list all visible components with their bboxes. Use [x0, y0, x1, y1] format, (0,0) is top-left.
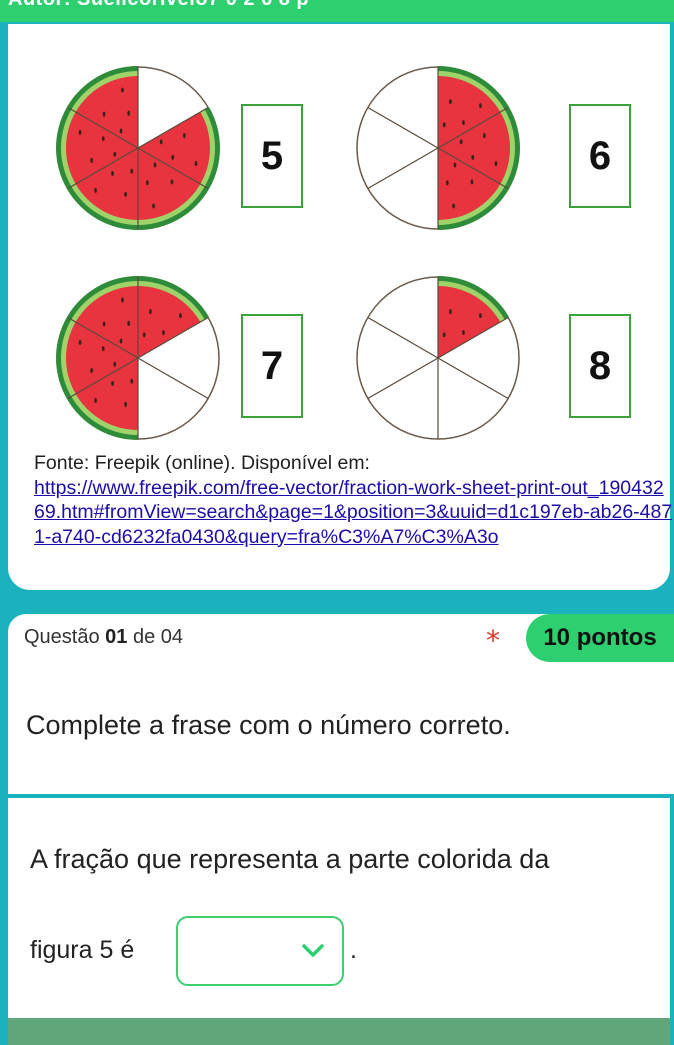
- answer-sentence-line2: figura 5 é: [30, 936, 135, 964]
- top-header-strip: Autor: Suellcorivelo7 0 2 6 8 p: [0, 0, 674, 22]
- watermelon-figure-5: [56, 66, 220, 230]
- seed: [124, 401, 127, 407]
- question-number: 01: [105, 626, 128, 648]
- seed: [452, 203, 455, 209]
- answer-sentence-line1: A fração que representa a parte colorida…: [30, 844, 550, 874]
- answer-card: A fração que representa a parte colorida…: [8, 798, 670, 1020]
- seed: [462, 119, 465, 126]
- seed: [445, 180, 449, 186]
- bottom-bar: [8, 1018, 670, 1045]
- seed: [142, 332, 146, 338]
- watermelon-figure-7: [56, 276, 220, 440]
- answer-dropdown[interactable]: [176, 916, 344, 986]
- seed: [182, 132, 186, 139]
- seed: [102, 321, 106, 327]
- watermelon-figure-8: [356, 276, 520, 440]
- image-card: 5 6 7 8 Fonte: Freepik (online). Disponí…: [8, 24, 672, 590]
- seed: [479, 312, 482, 319]
- seed: [494, 160, 498, 167]
- seed: [153, 162, 157, 168]
- seed: [462, 329, 465, 336]
- seed: [94, 397, 97, 404]
- number-box-5: 5: [241, 104, 303, 208]
- question-counter: Questão 01 de 04: [24, 626, 183, 649]
- seed: [449, 309, 452, 315]
- seed: [479, 102, 482, 109]
- question-counter-total: de 04: [132, 626, 184, 648]
- seed: [90, 367, 94, 374]
- seed: [145, 180, 149, 186]
- seed: [470, 179, 474, 185]
- seed: [194, 160, 198, 167]
- seed: [78, 339, 82, 346]
- points-badge: 10 pontos: [526, 614, 674, 662]
- required-marker: *: [486, 624, 500, 657]
- seed: [90, 157, 94, 164]
- seed: [113, 361, 117, 367]
- seed: [121, 87, 124, 93]
- seed: [449, 99, 452, 105]
- seed: [111, 380, 114, 387]
- seed: [130, 168, 134, 174]
- seed: [119, 338, 123, 344]
- image-source: Fonte: Freepik (online). Disponível em: …: [34, 451, 674, 549]
- question-counter-prefix: Questão: [24, 626, 100, 648]
- number-box-6: 6: [569, 104, 631, 208]
- seed: [179, 312, 182, 319]
- seed: [102, 111, 106, 117]
- seed: [453, 162, 457, 168]
- seed: [101, 346, 105, 352]
- seed: [442, 332, 446, 338]
- seed: [113, 151, 117, 157]
- seed: [111, 170, 114, 177]
- sentence-period: .: [350, 936, 357, 964]
- seed: [482, 132, 486, 139]
- chevron-down-icon: [302, 944, 324, 957]
- author-label: Autor: Suellcorivelo7 0 2 6 8 p: [8, 0, 309, 11]
- question-card: Questão 01 de 04 * 10 pontos Complete a …: [8, 614, 674, 794]
- seed: [159, 139, 163, 145]
- seed: [124, 191, 127, 197]
- seed: [121, 297, 124, 303]
- seed: [162, 329, 165, 336]
- question-title: Complete a frase com o número correto.: [26, 710, 511, 740]
- seed: [471, 154, 475, 160]
- seed: [119, 128, 123, 134]
- seed: [170, 179, 174, 185]
- number-box-7: 7: [241, 314, 303, 418]
- seed: [127, 320, 131, 326]
- seed: [152, 203, 155, 209]
- seed: [459, 139, 463, 145]
- seed: [149, 309, 152, 315]
- seed: [127, 110, 131, 116]
- seed: [171, 154, 175, 160]
- number-box-8: 8: [569, 314, 631, 418]
- seed: [130, 378, 134, 384]
- seed: [94, 187, 97, 194]
- watermelon-figure-6: [356, 66, 520, 230]
- source-link[interactable]: https://www.freepik.com/free-vector/frac…: [34, 476, 674, 550]
- source-prefix: Fonte: Freepik (online). Disponível em:: [34, 452, 370, 474]
- seed: [78, 129, 82, 136]
- seed: [442, 122, 446, 128]
- seed: [101, 136, 105, 142]
